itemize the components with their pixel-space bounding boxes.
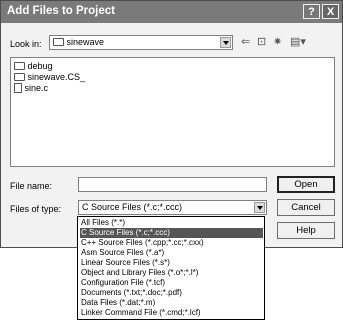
files-of-type-label: Files of type: [10,204,62,214]
look-in-value: sinewave [66,37,105,47]
file-name-text: debug [27,61,53,71]
new-folder-icon[interactable]: ✷ [273,36,282,48]
dropdown-option[interactable]: C++ Source Files (*.cpp;*.cc;*.cxx) [80,238,263,248]
dropdown-option[interactable]: Linear Source Files (*.s*) [80,258,263,268]
dropdown-option[interactable]: Object and Library Files (*.o*;*.l*) [80,268,263,278]
open-button[interactable]: Open [277,176,335,193]
files-of-type-select[interactable]: C Source Files (*.c;*.ccc) [78,200,267,215]
folder-icon [14,72,25,81]
file-name-text: sinewave.CS_ [27,72,86,82]
dropdown-option[interactable]: Asm Source Files (*.a*) [80,248,263,258]
dropdown-option[interactable]: Data Files (*.dat;*.m) [80,298,263,308]
back-arrow-icon[interactable]: ⇐ [241,36,250,48]
files-of-type-value: C Source Files (*.c;*.ccc) [82,202,183,212]
chevron-down-icon[interactable] [254,202,265,213]
title-bar: Add Files to Project ? X [1,1,342,23]
file-type-dropdown-list[interactable]: All Files (*.*) C Source Files (*.c;*.cc… [77,216,265,320]
look-in-label: Look in: [10,39,42,49]
file-name-text: sine.c [24,83,49,93]
list-item[interactable]: sine.c [14,82,49,94]
title-help-button[interactable]: ? [303,4,320,19]
look-in-select[interactable]: sinewave [49,35,233,50]
c-file-icon [14,82,22,93]
folder-icon [14,61,25,70]
file-list[interactable]: debug sinewave.CS_ sine.c [10,57,335,167]
dropdown-option-selected[interactable]: C Source Files (*.c;*.ccc) [80,228,263,238]
view-menu-icon[interactable]: ▤▾ [290,36,306,48]
dropdown-option[interactable]: All Files (*.*) [80,218,263,228]
cancel-button[interactable]: Cancel [277,199,335,216]
add-files-dialog: Add Files to Project ? X Look in: sinewa… [0,0,343,248]
dialog-title: Add Files to Project [7,5,115,17]
dropdown-option[interactable]: Configuration File (*.tcf) [80,278,263,288]
file-name-label: File name: [10,181,53,191]
list-item[interactable]: sinewave.CS_ [14,72,85,82]
dropdown-option[interactable]: Documents (*.txt;*.doc;*.pdf) [80,288,263,298]
file-name-input[interactable] [78,177,267,192]
help-button[interactable]: Help [277,222,335,239]
title-close-button[interactable]: X [322,4,339,19]
list-item[interactable]: debug [14,61,53,71]
up-folder-icon[interactable]: ⊡ [257,36,266,48]
dropdown-option[interactable]: Linker Command File (*.cmd;*.lcf) [80,308,263,318]
chevron-down-icon[interactable] [220,37,231,48]
folder-icon [53,37,64,46]
